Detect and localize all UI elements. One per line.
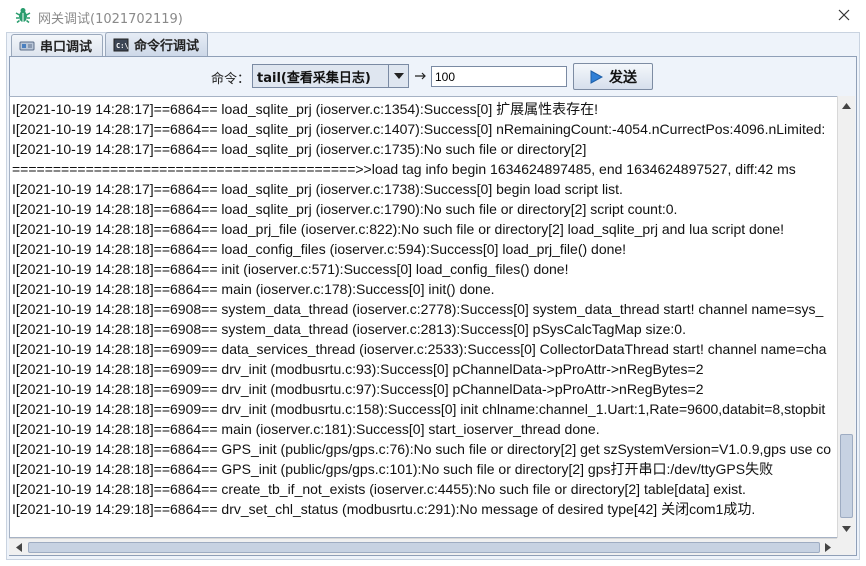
log-line: I[2021-10-19 14:28:18]==6864== main (ios… <box>12 421 600 437</box>
log-line: I[2021-10-19 14:28:18]==6864== load_prj_… <box>12 221 785 237</box>
log-line: I[2021-10-19 14:28:18]==6864== GPS_init … <box>12 441 832 457</box>
log-line: I[2021-10-19 14:28:18]==6864== init (ios… <box>12 261 569 277</box>
arrow-right-icon <box>413 68 429 84</box>
log-line: I[2021-10-19 14:29:18]==6864== drv_set_c… <box>12 501 756 517</box>
scroll-left-button[interactable] <box>10 539 27 555</box>
scroll-down-button[interactable] <box>838 520 855 537</box>
log-line: I[2021-10-19 14:28:17]==6864== load_sqli… <box>12 121 826 137</box>
log-line: I[2021-10-19 14:28:18]==6909== data_serv… <box>12 341 827 357</box>
chevron-left-icon <box>15 542 22 552</box>
line-count-input[interactable] <box>431 66 567 87</box>
log-output[interactable]: I[2021-10-19 14:28:17]==6864== load_sqli… <box>9 96 855 538</box>
tab-command-debug[interactable]: C:\ 命令行调试 <box>105 32 208 56</box>
log-line: I[2021-10-19 14:28:17]==6864== load_sqli… <box>12 181 623 197</box>
scrollbar-corner <box>837 538 855 555</box>
tab-serial-debug[interactable]: 串口调试 <box>11 34 103 56</box>
command-select[interactable]: tail(查看采集日志) <box>252 64 409 88</box>
selected-command: tail(查看采集日志) <box>257 70 371 86</box>
log-line: I[2021-10-19 14:28:18]==6909== drv_init … <box>12 381 704 397</box>
log-line: I[2021-10-19 14:28:18]==6864== load_conf… <box>12 241 627 257</box>
log-line: I[2021-10-19 14:28:17]==6864== load_sqli… <box>12 101 598 117</box>
log-line: I[2021-10-19 14:28:18]==6864== load_sqli… <box>12 201 678 217</box>
log-line: I[2021-10-19 14:28:17]==6864== load_sqli… <box>12 141 587 157</box>
tab-label: 串口调试 <box>40 40 93 55</box>
log-line: I[2021-10-19 14:28:18]==6864== GPS_init … <box>12 461 774 477</box>
scroll-right-button[interactable] <box>819 539 836 555</box>
chevron-down-icon[interactable] <box>388 65 408 87</box>
title-bar: 网关调试(1021702119) <box>0 0 866 32</box>
log-line: I[2021-10-19 14:28:18]==6864== main (ios… <box>12 281 495 297</box>
log-line: I[2021-10-19 14:28:18]==6909== drv_init … <box>12 361 704 377</box>
bug-icon <box>14 6 32 24</box>
log-line: ========================================… <box>12 161 796 177</box>
serial-port-icon <box>19 39 35 53</box>
chevron-right-icon <box>824 542 831 552</box>
log-line: I[2021-10-19 14:28:18]==6908== system_da… <box>12 321 686 337</box>
scroll-up-button[interactable] <box>838 97 855 114</box>
log-line: I[2021-10-19 14:28:18]==6864== create_tb… <box>12 481 746 497</box>
close-icon <box>838 9 850 21</box>
tab-label: 命令行调试 <box>134 39 200 54</box>
log-line: I[2021-10-19 14:28:18]==6908== system_da… <box>12 301 824 317</box>
chevron-up-icon <box>842 102 851 109</box>
play-icon <box>589 69 603 84</box>
send-button[interactable]: 发送 <box>573 63 653 90</box>
vertical-scrollbar[interactable] <box>837 96 855 538</box>
window-title: 网关调试(1021702119) <box>38 12 183 27</box>
log-line: I[2021-10-19 14:28:18]==6909== drv_init … <box>12 401 826 417</box>
horizontal-scrollbar[interactable] <box>9 538 837 555</box>
send-label: 发送 <box>609 69 637 86</box>
svg-text:C:\: C:\ <box>116 42 129 50</box>
close-button[interactable] <box>828 0 860 30</box>
command-label: 命令： <box>211 72 251 87</box>
log-lines: I[2021-10-19 14:28:17]==6864== load_sqli… <box>12 99 840 519</box>
chevron-down-icon <box>842 525 851 532</box>
terminal-icon: C:\ <box>113 38 129 52</box>
horizontal-scroll-thumb[interactable] <box>28 542 820 553</box>
vertical-scroll-thumb[interactable] <box>840 434 853 518</box>
